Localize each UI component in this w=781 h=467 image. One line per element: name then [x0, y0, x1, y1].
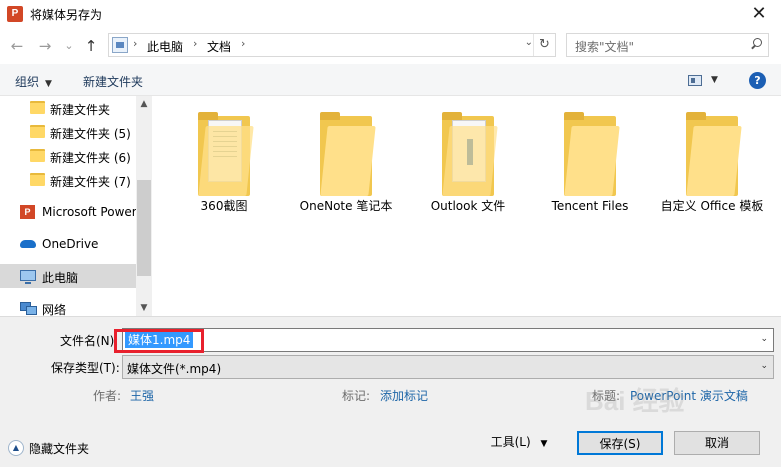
refresh-icon[interactable]: ↻	[533, 34, 555, 56]
navigation-pane: 新建文件夹 新建文件夹 (5) 新建文件夹 (6) 新建文件夹 (7) P Mi…	[0, 96, 152, 316]
breadcrumb-separator-icon[interactable]: ›	[241, 37, 245, 50]
network-icon	[20, 302, 37, 315]
command-toolbar: 组织 ▼ 新建文件夹 ▼ ?	[0, 64, 781, 96]
filename-field[interactable]: 媒体1.mp4 ⌄	[122, 328, 774, 352]
organize-label: 组织	[15, 75, 40, 89]
sidebar-item-microsoft-powerpoint[interactable]: P Microsoft Power	[0, 200, 137, 224]
collapse-up-icon: ▲	[8, 440, 24, 456]
folder-icon	[686, 112, 742, 196]
cloud-icon	[20, 240, 36, 248]
folder-icon	[320, 112, 376, 196]
breadcrumb-this-pc[interactable]: 此电脑	[147, 38, 183, 55]
new-folder-button[interactable]: 新建文件夹	[83, 73, 143, 90]
folder-item-360-screenshots[interactable]: 360截图	[164, 112, 284, 252]
help-icon[interactable]: ?	[749, 72, 766, 89]
window-title: 将媒体另存为	[30, 8, 103, 22]
folder-label: Outlook 文件	[430, 199, 506, 213]
sidebar-item-new-folder-7[interactable]: 新建文件夹 (7)	[0, 168, 136, 192]
folder-item-tencent-files[interactable]: Tencent Files	[530, 112, 650, 252]
filetype-label: 保存类型(T):	[51, 361, 120, 375]
address-bar[interactable]: › 此电脑 › 文档 › ⌄ ↻	[108, 33, 556, 57]
title-bar: P 将媒体另存为 ✕	[0, 0, 781, 28]
hide-folders-label: 隐藏文件夹	[29, 442, 90, 456]
folder-label: Tencent Files	[551, 199, 629, 213]
organize-menu[interactable]: 组织 ▼	[15, 73, 52, 90]
navigation-bar: ← → ⌄ ↑ › 此电脑 › 文档 › ⌄ ↻ 搜索"文档"	[0, 28, 781, 64]
view-caret-down-icon[interactable]: ▼	[711, 75, 718, 85]
breadcrumb-separator-icon[interactable]: ›	[133, 37, 137, 50]
location-icon	[112, 37, 128, 53]
sidebar-item-label: Microsoft Power	[42, 205, 137, 219]
filetype-dropdown-icon[interactable]: ⌄	[760, 361, 768, 371]
sidebar-item-label: OneDrive	[42, 237, 99, 251]
recent-locations-chevron-icon[interactable]: ⌄	[60, 37, 78, 55]
tools-label: 工具(L)	[490, 435, 531, 449]
caret-down-icon: ▼	[45, 79, 52, 89]
forward-arrow-icon[interactable]: →	[36, 37, 54, 55]
powerpoint-icon: P	[20, 205, 35, 219]
file-list: 360截图 OneNote 笔记本 Outlook 文件 Tencent Fil…	[152, 96, 781, 316]
folder-icon	[564, 112, 620, 196]
cancel-button[interactable]: 取消	[674, 431, 760, 455]
highlight-annotation	[114, 329, 204, 353]
scroll-down-icon[interactable]: ▼	[136, 300, 152, 316]
folder-label: 360截图	[200, 199, 248, 213]
tools-button[interactable]: 工具(L) ▼	[476, 431, 562, 455]
filename-label: 文件名(N):	[60, 334, 119, 348]
author-value[interactable]: 王强	[130, 387, 154, 404]
folder-icon	[30, 125, 45, 138]
filetype-value: 媒体文件(*.mp4)	[127, 362, 222, 376]
folder-label: OneNote 笔记本	[299, 199, 393, 213]
caret-down-icon: ▼	[540, 439, 548, 449]
breadcrumb-separator-icon[interactable]: ›	[193, 37, 197, 50]
tags-label: 标记:	[342, 389, 371, 403]
folder-item-custom-office-templates[interactable]: 自定义 Office 模板	[652, 112, 772, 252]
sidebar-item-label: 新建文件夹	[50, 103, 111, 117]
scroll-up-icon[interactable]: ▲	[136, 96, 152, 112]
back-arrow-icon[interactable]: ←	[8, 37, 26, 55]
search-icon[interactable]	[750, 38, 762, 50]
folder-icon	[442, 112, 498, 196]
sidebar-item-new-folder[interactable]: 新建文件夹	[0, 96, 136, 120]
up-arrow-icon[interactable]: ↑	[82, 37, 100, 55]
folder-label: 自定义 Office 模板	[660, 199, 764, 213]
sidebar-item-label: 新建文件夹 (7)	[50, 175, 131, 189]
folder-icon	[30, 149, 45, 162]
sidebar-item-new-folder-6[interactable]: 新建文件夹 (6)	[0, 144, 136, 168]
sidebar-item-label: 新建文件夹 (6)	[50, 151, 131, 165]
breadcrumb-documents[interactable]: 文档	[207, 38, 231, 55]
sidebar-item-onedrive[interactable]: OneDrive	[0, 232, 136, 256]
save-options-panel: 文件名(N): 媒体1.mp4 ⌄ 保存类型(T): 媒体文件(*.mp4) ⌄…	[0, 316, 781, 467]
scroll-thumb[interactable]	[137, 180, 151, 276]
sidebar-scrollbar[interactable]: ▲ ▼	[136, 96, 152, 316]
sidebar-item-this-pc[interactable]: 此电脑	[0, 264, 136, 288]
close-button[interactable]: ✕	[737, 0, 781, 28]
filetype-select[interactable]: 媒体文件(*.mp4) ⌄	[122, 355, 774, 379]
view-options-icon[interactable]	[688, 75, 702, 86]
baidu-jingyan-watermark: Bai 经验	[585, 386, 685, 416]
folder-item-onenote[interactable]: OneNote 笔记本	[286, 112, 406, 252]
powerpoint-app-icon: P	[7, 6, 23, 22]
computer-icon	[20, 270, 36, 284]
search-placeholder: 搜索"文档"	[575, 40, 635, 54]
folder-icon	[198, 112, 254, 196]
folder-item-outlook-files[interactable]: Outlook 文件	[408, 112, 528, 252]
tags-value[interactable]: 添加标记	[380, 387, 428, 404]
filename-dropdown-icon[interactable]: ⌄	[760, 334, 768, 344]
address-dropdown-icon[interactable]: ⌄	[525, 37, 533, 48]
author-label: 作者:	[93, 389, 122, 403]
sidebar-item-label: 网络	[42, 303, 67, 316]
search-input[interactable]: 搜索"文档"	[566, 33, 769, 57]
sidebar-item-new-folder-5[interactable]: 新建文件夹 (5)	[0, 120, 136, 144]
sidebar-item-label: 新建文件夹 (5)	[50, 127, 131, 141]
folder-icon	[30, 173, 45, 186]
sidebar-item-network[interactable]: 网络	[0, 296, 136, 316]
sidebar-item-label: 此电脑	[42, 271, 79, 285]
folder-icon	[30, 101, 45, 114]
save-button[interactable]: 保存(S)	[577, 431, 663, 455]
